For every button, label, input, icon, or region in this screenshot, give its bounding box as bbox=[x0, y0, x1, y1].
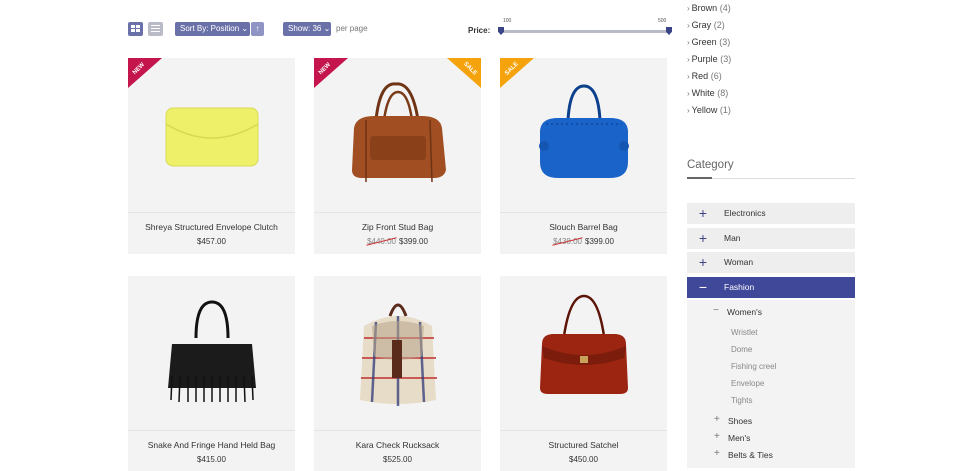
product-name[interactable]: Zip Front Stud Bag bbox=[314, 222, 481, 232]
subcategory-womens[interactable]: − Women's bbox=[713, 305, 762, 317]
category-item-woman[interactable]: + Woman bbox=[687, 252, 855, 273]
price-min-handle[interactable] bbox=[498, 27, 504, 35]
price-filter-label: Price: bbox=[468, 26, 491, 35]
product-image[interactable]: NEW SALE bbox=[314, 58, 481, 212]
subcategory-leaf[interactable]: Dome bbox=[731, 345, 752, 354]
filter-option[interactable]: › Red (6) bbox=[687, 70, 731, 87]
filter-option[interactable]: › White (8) bbox=[687, 87, 731, 104]
product-card[interactable]: NEW Shreya Structured Envelope Clutch $4… bbox=[128, 58, 295, 254]
sort-direction-button[interactable]: ↑ bbox=[251, 22, 264, 36]
product-card[interactable]: NEW SALE Zip Front Stud Bag $440.00 $399.… bbox=[314, 58, 481, 254]
filter-option[interactable]: › Purple (3) bbox=[687, 53, 731, 70]
plus-icon[interactable]: + bbox=[697, 203, 709, 224]
product-price: $457.00 bbox=[197, 237, 226, 246]
yellow-clutch-icon bbox=[165, 107, 259, 167]
grid-view-button[interactable] bbox=[128, 22, 143, 36]
product-price: $525.00 bbox=[383, 455, 412, 464]
subcategory-belts-ties[interactable]: + Belts & Ties bbox=[714, 448, 773, 460]
price-max-label: 500 bbox=[658, 18, 667, 24]
price-min-label: 100 bbox=[503, 18, 512, 24]
product-image[interactable] bbox=[314, 276, 481, 430]
subcategory-leaf[interactable]: Wristlet bbox=[731, 328, 758, 337]
arrow-up-icon: ↑ bbox=[255, 24, 260, 33]
fashion-subcategories bbox=[687, 300, 855, 468]
per-page-label: per page bbox=[336, 24, 368, 33]
category-item-fashion[interactable]: − Fashion bbox=[687, 277, 855, 298]
product-name[interactable]: Kara Check Rucksack bbox=[314, 440, 481, 450]
chevron-right-icon: › bbox=[687, 21, 690, 30]
price-max-handle[interactable] bbox=[666, 27, 672, 35]
toolbar: Sort By: Position ⌄ ↑ Show: 36 ⌄ per pag… bbox=[128, 18, 673, 38]
product-image[interactable]: SALE bbox=[500, 58, 667, 212]
chevron-right-icon: › bbox=[687, 89, 690, 98]
divider-accent bbox=[687, 177, 712, 179]
product-card[interactable]: Structured Satchel $450.00 bbox=[500, 276, 667, 471]
plus-icon[interactable]: + bbox=[697, 228, 709, 249]
product-old-price: $438.00 bbox=[553, 237, 582, 246]
chevron-right-icon: › bbox=[687, 4, 690, 13]
product-card[interactable]: Snake And Fringe Hand Held Bag $415.00 bbox=[128, 276, 295, 471]
filter-option[interactable]: › Green (3) bbox=[687, 36, 731, 53]
show-per-page-dropdown[interactable]: Show: 36 ⌄ bbox=[283, 22, 331, 36]
category-item-man[interactable]: + Man bbox=[687, 228, 855, 249]
product-price: $450.00 bbox=[569, 455, 598, 464]
product-image[interactable] bbox=[500, 276, 667, 430]
product-old-price: $440.00 bbox=[367, 237, 396, 246]
black-fringe-bag-icon bbox=[168, 300, 256, 403]
red-satchel-icon bbox=[540, 294, 628, 394]
subcategory-leaf[interactable]: Fishing creel bbox=[731, 362, 776, 371]
plus-icon[interactable]: + bbox=[697, 252, 709, 273]
plus-icon[interactable]: + bbox=[714, 448, 720, 459]
product-name[interactable]: Slouch Barrel Bag bbox=[500, 222, 667, 232]
plus-icon[interactable]: + bbox=[714, 431, 720, 442]
subcategory-leaf[interactable]: Envelope bbox=[731, 379, 764, 388]
color-filter-list: › Brown (4) › Gray (2) › Green (3) › Purple … bbox=[687, 2, 731, 121]
minus-icon[interactable]: − bbox=[697, 277, 709, 298]
filter-option[interactable]: › Gray (2) bbox=[687, 19, 731, 36]
plus-icon[interactable]: + bbox=[714, 414, 720, 425]
sort-by-dropdown[interactable]: Sort By: Position ⌄ bbox=[175, 22, 250, 36]
subcategory-leaf[interactable]: Tights bbox=[731, 396, 753, 405]
brown-duffle-icon bbox=[352, 82, 446, 183]
filter-option[interactable]: › Brown (4) bbox=[687, 2, 731, 19]
category-title: Category bbox=[687, 159, 734, 171]
plaid-rucksack-icon bbox=[360, 303, 437, 406]
divider bbox=[687, 178, 855, 179]
product-price: $399.00 bbox=[585, 237, 614, 246]
minus-icon[interactable]: − bbox=[713, 305, 719, 316]
blue-barrel-bag-icon bbox=[539, 84, 629, 178]
product-name[interactable]: Structured Satchel bbox=[500, 440, 667, 450]
list-view-button[interactable] bbox=[148, 22, 163, 36]
product-name[interactable]: Shreya Structured Envelope Clutch bbox=[128, 222, 295, 232]
product-image[interactable] bbox=[128, 276, 295, 430]
filter-option[interactable]: › Yellow (1) bbox=[687, 104, 731, 121]
product-price: $415.00 bbox=[197, 455, 226, 464]
price-slider[interactable] bbox=[498, 27, 672, 35]
product-card[interactable]: Kara Check Rucksack $525.00 bbox=[314, 276, 481, 471]
chevron-right-icon: › bbox=[687, 38, 690, 47]
subcategory-mens[interactable]: + Men's bbox=[714, 431, 750, 443]
chevron-right-icon: › bbox=[687, 55, 690, 64]
product-price: $399.00 bbox=[399, 237, 428, 246]
product-name[interactable]: Snake And Fringe Hand Held Bag bbox=[128, 440, 295, 450]
subcategory-shoes[interactable]: + Shoes bbox=[714, 414, 752, 426]
chevron-right-icon: › bbox=[687, 106, 690, 115]
category-item-electronics[interactable]: + Electronics bbox=[687, 203, 855, 224]
list-icon bbox=[151, 25, 160, 26]
grid-icon bbox=[131, 25, 135, 28]
product-card[interactable]: SALE Slouch Barrel Bag $438.00 $399.00 bbox=[500, 58, 667, 254]
product-image[interactable]: NEW bbox=[128, 58, 295, 212]
chevron-right-icon: › bbox=[687, 72, 690, 81]
